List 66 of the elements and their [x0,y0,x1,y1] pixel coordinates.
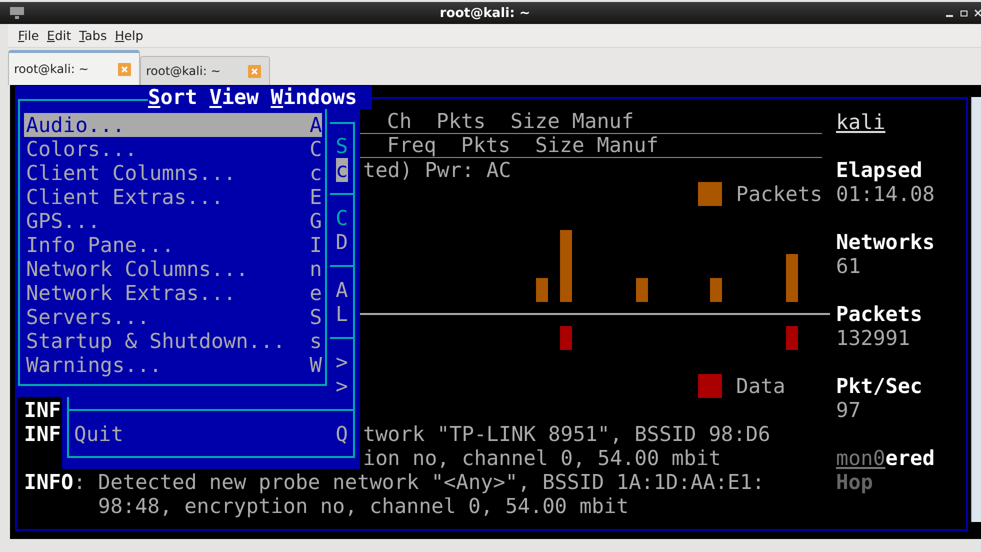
stat-value: 61 [836,254,861,278]
network-list-header: Ch Pkts Size Manuf [360,110,822,134]
window-title: root@kali: ~ [438,6,532,20]
shortcut-key[interactable]: C [336,206,348,230]
shortcut-key[interactable]: A [336,278,348,302]
stat-label: Pkt/Sec [836,374,922,398]
log-text: : Detected new probe network "<Any>", BSSID 1A:1D:AA:E1: [73,470,765,494]
shortcut-key[interactable]: S [336,134,348,158]
shortcut-key[interactable]: > [336,350,348,374]
status-text: ted) Pwr: AC [363,158,512,182]
source-name: mon0 [836,446,886,470]
menu-item[interactable]: Servers... S [24,305,322,329]
shortcut-key[interactable]: c [336,158,348,182]
packets-bar [710,278,722,302]
menu-item[interactable]: File [14,26,43,45]
host-name: kali [836,110,886,134]
menu-item[interactable]: Edit [42,26,76,45]
terminal-tab[interactable]: root@kali: ~ [140,56,270,85]
menu-item[interactable]: Startup & Shutdown... s [24,329,322,353]
stat-label: Packets [836,302,922,326]
packets-bar [786,254,798,302]
packets-bar [536,278,548,302]
stat-label: Elapsed [836,158,922,182]
log-tag: INF [24,422,62,446]
legend-label: Packets [736,182,822,206]
stat-value: 97 [836,398,861,422]
menu-item[interactable]: Client Extras... E [24,185,322,209]
scrollbar[interactable] [971,97,981,522]
menu-item[interactable]: Quit [74,422,124,446]
stat-label: Networks [836,230,935,254]
menu-item[interactable]: Help [110,26,148,45]
packets-bar [560,230,572,302]
shortcut-key[interactable]: L [336,302,348,326]
menu-item[interactable]: GPS... G [24,209,322,233]
hop-label: Hop [836,470,874,494]
log-tag: INFO [24,470,74,494]
legend-label: Data [736,374,786,398]
menu-item[interactable]: Tabs [75,26,111,45]
monitor-icon [10,7,24,19]
log-tag: INF [24,398,62,422]
shortcut-key[interactable]: > [336,374,348,398]
menu-item[interactable]: Info Pane... I [24,233,322,257]
source-state: ered [885,446,935,470]
menu-item[interactable]: Client Columns... c [24,161,322,185]
menu-item[interactable]: Network Extras... e [24,281,322,305]
data-bar [560,326,572,350]
menu-item[interactable]: Warnings... W [24,353,322,377]
menu-item[interactable]: View [209,86,259,109]
menu-item[interactable]: Windows [270,86,358,109]
stat-value: 01:14.08 [836,182,935,206]
stat-value: 132991 [836,326,910,350]
menu-item[interactable]: Audio... A [24,113,322,137]
menu-item[interactable]: Colors... C [24,137,322,161]
restore-icon[interactable] [960,9,968,17]
packets-bar [636,278,648,302]
terminal-tab[interactable]: root@kali: ~ [8,50,140,85]
close-icon[interactable] [974,9,981,17]
shortcut-key[interactable]: D [336,230,348,254]
log-text: 98:48, encryption no, channel 0, 54.00 mbit [98,494,629,518]
data-bar [786,326,798,350]
client-list-header: Freq Pkts Size Manuf [360,134,822,158]
menu-item[interactable]: Sort [148,86,198,109]
log-text: twork "TP-LINK 8951", BSSID 98:D6 [363,422,770,446]
log-text: ion no, channel 0, 54.00 mbit [363,446,721,470]
menu-item[interactable]: Network Columns... n [24,257,322,281]
shortcut-key[interactable]: Q [336,422,348,446]
